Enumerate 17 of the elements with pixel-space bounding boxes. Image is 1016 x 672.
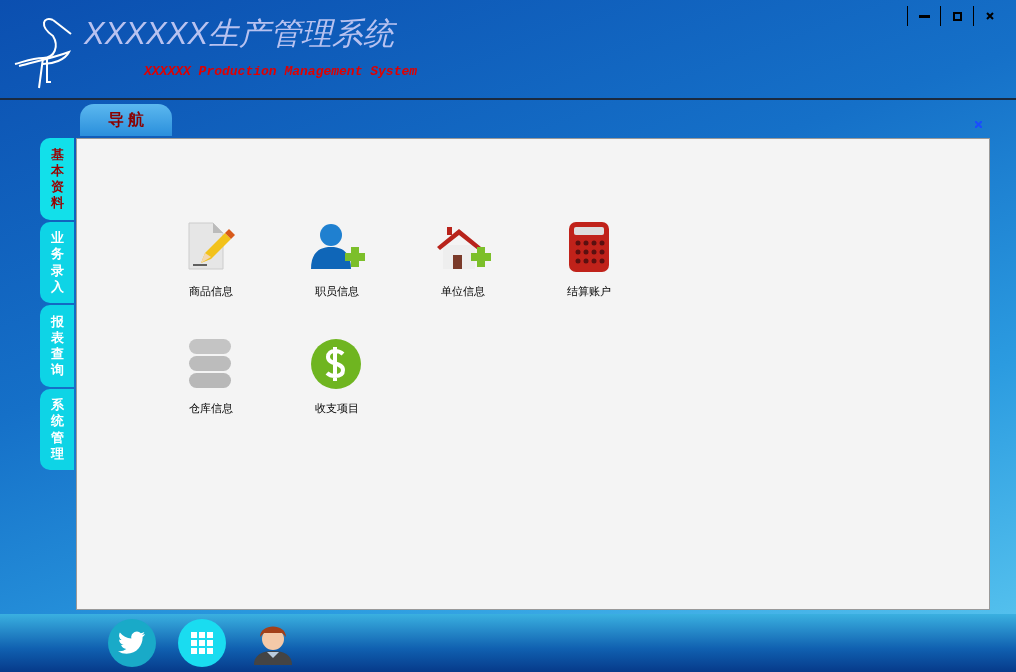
navigation-tab[interactable]: 导 航 (80, 104, 172, 136)
module-label[interactable]: 结算账户 (567, 283, 611, 300)
bird-icon (118, 631, 146, 655)
module-label[interactable]: 商品信息 (189, 283, 233, 300)
close-icon (986, 12, 994, 20)
grid-icon (191, 632, 213, 654)
app-title: XXXXXX生产管理系统 (84, 15, 398, 53)
twitter-button[interactable] (108, 619, 156, 667)
module-label[interactable]: 仓库信息 (189, 399, 233, 416)
module-label[interactable]: 职员信息 (315, 283, 359, 300)
apps-button[interactable] (178, 619, 226, 667)
module-label[interactable]: 单位信息 (441, 283, 485, 300)
app-subtitle: XXXXXX Production Management System (144, 63, 418, 81)
maximize-icon (952, 11, 962, 21)
module-label[interactable]: 收支项目 (315, 399, 359, 416)
minimize-icon (918, 14, 930, 18)
side-tab[interactable]: 基本资料 (40, 138, 74, 220)
